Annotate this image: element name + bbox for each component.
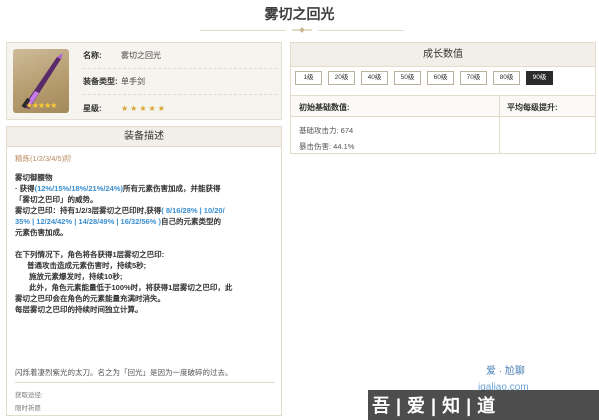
weapon-rarity-stars: ★★★★★ — [25, 101, 58, 110]
name-value: 雾切之回光 — [121, 51, 161, 60]
info-rows: 名称: 雾切之回光 装备类型: 单手剑 星级: ★★★★★ — [83, 43, 277, 121]
info-row-rarity: 星级: ★★★★★ — [83, 95, 277, 121]
weapon-info-card: ★★★★★ 名称: 雾切之回光 装备类型: 单手剑 星级: ★★★★★ — [6, 42, 282, 120]
weapon-image: ★★★★★ — [13, 49, 69, 113]
skill-line-10: 雾切之巴印会在角色的元素能量充满时消失。 — [15, 294, 165, 303]
title-divider-right — [318, 30, 404, 31]
level-tab-80[interactable]: 80级 — [493, 71, 520, 85]
watermark-brand: 爱 · 尬聊 — [486, 366, 525, 377]
skill-line-7: 普通攻击造成元素伤害时，持续5秒; — [27, 261, 147, 270]
stats-column-divider — [499, 95, 500, 153]
info-row-name: 名称: 雾切之回光 — [83, 43, 277, 69]
rarity-label: 星级: — [83, 103, 102, 113]
page-title: 雾切之回光 — [264, 6, 335, 22]
watermark-band-text: 吾|爱|知|道 — [372, 396, 502, 416]
base-stats-header: 初始基础数值: — [299, 103, 350, 112]
weapon-story: 闪烁着凄烈紫光的太刀。名之为「回光」是因为一度破碎的过去。 — [15, 368, 233, 377]
level-tab-1[interactable]: 1级 — [295, 71, 322, 85]
skill-line-9: 此外，角色元素能量低于100%时，将获得1层雾切之巴印，此 — [29, 283, 233, 292]
stats-header-row: 初始基础数值: 平均每级提升: — [291, 95, 595, 117]
info-row-type: 装备类型: 单手剑 — [83, 69, 277, 95]
skill-line-11: 每层雾切之巴印的持续时间独立计算。 — [15, 305, 143, 314]
avg-growth-header: 平均每级提升: — [507, 103, 558, 112]
level-tab-20[interactable]: 20级 — [328, 71, 355, 85]
skill-line-1: · 获得(12%/15%/18%/21%/24%)所有元素伤害加成，并能获得 — [15, 184, 221, 193]
description-header: 装备描述 — [7, 127, 281, 147]
skill-line-2: 「雾切之巴印」的威势。 — [15, 195, 98, 204]
rarity-stars: ★★★★★ — [121, 103, 167, 113]
level-tabs: 1级 20级 40级 50级 60级 70级 80级 90级 — [295, 71, 559, 85]
stat-crit-dmg: 暴击伤害: 44.1% — [299, 142, 355, 151]
skill-line-4: 35% | 12/24/42% | 14/28/49% | 16/32/56% … — [15, 217, 221, 226]
refine-label: 精炼(1/2/3/4/5)阶 — [15, 154, 72, 163]
title-ornament-icon — [292, 27, 312, 33]
level-tab-60[interactable]: 60级 — [427, 71, 454, 85]
level-tab-40[interactable]: 40级 — [361, 71, 388, 85]
name-label: 名称: — [83, 51, 102, 60]
level-tab-50[interactable]: 50级 — [394, 71, 421, 85]
growth-header: 成长数值 — [291, 43, 595, 67]
type-value: 单手剑 — [121, 77, 145, 86]
level-tab-90[interactable]: 90级 — [526, 71, 553, 85]
title-divider-left — [200, 30, 286, 31]
skill-name: 雾切御腰物 — [15, 173, 53, 182]
description-panel: 装备描述 精炼(1/2/3/4/5)阶 雾切御腰物 · 获得(12%/15%/1… — [6, 126, 282, 416]
source-value: 限时祈愿 — [15, 405, 41, 412]
description-body: 精炼(1/2/3/4/5)阶 雾切御腰物 · 获得(12%/15%/18%/21… — [7, 147, 281, 321]
growth-panel: 成长数值 1级 20级 40级 50级 60级 70级 80级 90级 初始基础… — [290, 42, 596, 154]
skill-line-8: 施放元素爆发时，持续10秒; — [29, 272, 123, 281]
skill-line-6: 在下列情况下，角色将各获得1层雾切之巴印: — [15, 250, 165, 259]
source-label: 获取途径: — [15, 392, 43, 399]
level-tab-70[interactable]: 70级 — [460, 71, 487, 85]
type-label: 装备类型: — [83, 77, 118, 86]
skill-line-5: 元素伤害加成。 — [15, 228, 68, 237]
stat-base-atk: 基础攻击力: 674 — [299, 126, 354, 135]
story-divider — [15, 382, 275, 383]
skill-line-3: 雾切之巴印：持有1/2/3层雾切之巴印时,获得( 8/16/28% | 10/2… — [15, 206, 225, 215]
